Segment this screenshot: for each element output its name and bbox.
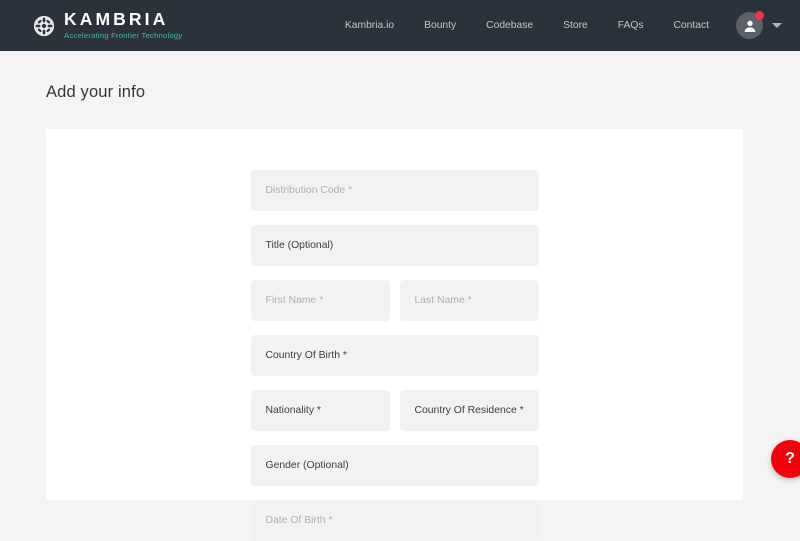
nav-item-codebase[interactable]: Codebase xyxy=(471,14,548,37)
form-card: Distribution Code * Title (Optional) Fir… xyxy=(46,129,743,541)
main-navigation: Kambria.io Bounty Codebase Store FAQs Co… xyxy=(330,11,782,39)
add-your-info-form: Distribution Code * Title (Optional) Fir… xyxy=(46,129,743,541)
form-row: Gender (Optional) xyxy=(250,445,539,486)
nav-item-kambria-io[interactable]: Kambria.io xyxy=(330,14,409,37)
nationality-input[interactable]: Nationality * xyxy=(250,390,390,431)
kambria-emblem-icon xyxy=(33,15,55,37)
form-row: Distribution Code * xyxy=(250,170,539,211)
brand-logo[interactable]: KAMBRIA Accelerating Frontier Technology xyxy=(33,9,183,41)
brand-tagline: Accelerating Frontier Technology xyxy=(64,30,183,40)
gender-input[interactable]: Gender (Optional) xyxy=(250,445,539,486)
country-of-residence-input[interactable]: Country Of Residence * xyxy=(399,390,539,431)
chevron-down-icon[interactable] xyxy=(772,23,782,28)
form-row: Country Of Birth * xyxy=(250,335,539,376)
first-name-input[interactable]: First Name * xyxy=(250,280,390,321)
last-name-input[interactable]: Last Name * xyxy=(399,280,539,321)
page-title: Add your info xyxy=(46,83,146,101)
form-row: Nationality * Country Of Residence * xyxy=(250,390,539,431)
brand-name: KAMBRIA xyxy=(64,9,169,30)
nav-item-store[interactable]: Store xyxy=(548,14,603,37)
account-menu[interactable] xyxy=(736,11,782,39)
site-header: KAMBRIA Accelerating Frontier Technology… xyxy=(0,0,800,51)
country-of-birth-input[interactable]: Country Of Birth * xyxy=(250,335,539,376)
date-of-birth-input[interactable]: Date Of Birth * xyxy=(250,500,539,541)
question-mark-icon: ? xyxy=(785,450,795,467)
nav-item-bounty[interactable]: Bounty xyxy=(409,14,471,37)
help-button[interactable]: ? xyxy=(771,440,800,478)
nav-item-faqs[interactable]: FAQs xyxy=(603,14,659,37)
title-input[interactable]: Title (Optional) xyxy=(250,225,539,266)
form-row: Date Of Birth * xyxy=(250,500,539,541)
form-row: First Name * Last Name * xyxy=(250,280,539,321)
distribution-code-input[interactable]: Distribution Code * xyxy=(250,170,539,211)
notification-badge xyxy=(755,11,764,20)
form-row: Title (Optional) xyxy=(250,225,539,266)
avatar[interactable] xyxy=(736,11,764,39)
nav-item-contact[interactable]: Contact xyxy=(659,14,725,37)
